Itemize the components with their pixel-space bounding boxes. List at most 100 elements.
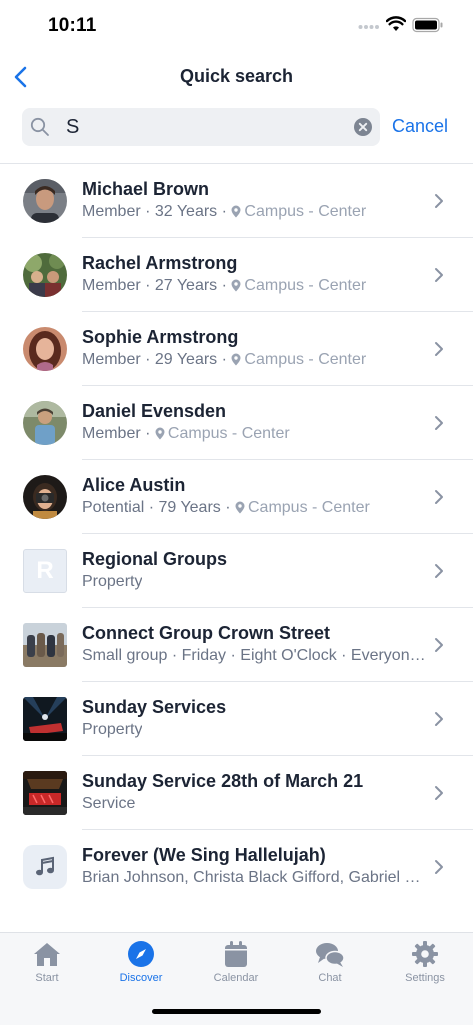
chevron-right-icon	[435, 268, 443, 282]
chevron-right-icon	[435, 342, 443, 356]
item-subtitle: Property	[82, 573, 143, 590]
list-item[interactable]: Sophie Armstrong Member · 29 Years · Cam…	[0, 312, 473, 386]
service-thumb	[23, 697, 67, 741]
avatar	[23, 179, 67, 223]
item-location: Campus - Center	[231, 351, 366, 368]
item-location-text: Campus - Center	[244, 351, 367, 368]
item-location-text: Campus - Center	[247, 499, 370, 516]
list-item[interactable]: Connect Group Crown Street Small group ·…	[0, 608, 473, 682]
item-location: Campus - Center	[231, 203, 366, 220]
tab-discover[interactable]: Discover	[101, 939, 181, 984]
item-subtitle: Member · 27 Years · Campus - Center	[82, 277, 366, 295]
page-title: Quick search	[179, 66, 294, 86]
compass-icon	[128, 941, 154, 967]
search-input[interactable]	[66, 112, 346, 142]
group-thumb	[23, 623, 67, 667]
list-item[interactable]: Sunday Services Property	[0, 682, 473, 756]
location-pin-icon	[155, 427, 165, 440]
item-title: Sunday Services	[82, 697, 227, 717]
item-location-text: Campus - Center	[244, 203, 367, 220]
item-title: Sunday Service 28th of March 21	[82, 771, 364, 791]
avatar	[23, 475, 67, 519]
location-pin-icon	[235, 501, 245, 514]
chat-icon	[316, 943, 345, 967]
item-location: Campus - Center	[155, 425, 290, 442]
cancel-button[interactable]: Cancel	[392, 116, 448, 137]
item-meta: Member ·	[82, 425, 155, 442]
item-subtitle: Member · 29 Years · Campus - Center	[82, 351, 366, 369]
avatar	[23, 253, 67, 297]
avatar	[23, 401, 67, 445]
item-title: Rachel Armstrong	[82, 253, 238, 273]
tab-label: Chat	[318, 972, 342, 984]
tab-label: Calendar	[213, 972, 259, 984]
item-title: Alice Austin	[82, 475, 186, 495]
chevron-right-icon	[435, 490, 443, 504]
item-title: Sophie Armstrong	[82, 327, 239, 347]
wifi-icon	[386, 16, 406, 31]
item-meta: Member · 29 Years ·	[82, 351, 232, 368]
search-icon	[30, 117, 49, 136]
status-bar: 10:11	[0, 0, 473, 52]
location-pin-icon	[231, 205, 241, 218]
item-subtitle: Small group · Friday · Eight O'Clock · E…	[82, 647, 427, 664]
property-initial-thumb: R	[23, 549, 67, 593]
tab-label: Discover	[119, 972, 163, 984]
chevron-right-icon	[435, 786, 443, 800]
item-title: Connect Group Crown Street	[82, 623, 331, 643]
location-pin-icon	[231, 279, 241, 292]
list-item[interactable]: Sunday Service 28th of March 21 Service	[0, 756, 473, 830]
tab-chat[interactable]: Chat	[290, 939, 370, 984]
clear-search-icon[interactable]	[354, 118, 372, 136]
list-item[interactable]: Michael Brown Member · 32 Years · Campus…	[0, 164, 473, 238]
chevron-right-icon	[435, 638, 443, 652]
item-title: Daniel Evensden	[82, 401, 227, 421]
item-title: Regional Groups	[82, 549, 228, 569]
status-time: 10:11	[48, 15, 97, 36]
chevron-right-icon	[435, 194, 443, 208]
list-item[interactable]: R Regional Groups Property	[0, 534, 473, 608]
item-subtitle: Service	[82, 795, 136, 812]
calendar-icon	[225, 941, 247, 967]
tab-calendar[interactable]: Calendar	[196, 939, 276, 984]
item-meta: Potential · 79 Years ·	[82, 499, 235, 516]
tab-start[interactable]: Start	[7, 939, 87, 984]
gear-icon	[412, 941, 438, 967]
location-pin-icon	[231, 353, 241, 366]
chevron-right-icon	[435, 416, 443, 430]
battery-icon	[412, 17, 443, 33]
item-subtitle: Member · 32 Years · Campus - Center	[82, 203, 366, 221]
home-indicator[interactable]	[152, 1009, 321, 1014]
item-location-text: Campus - Center	[244, 277, 367, 294]
list-item[interactable]: Forever (We Sing Hallelujah) Brian Johns…	[0, 830, 473, 910]
list-item[interactable]: Rachel Armstrong Member · 27 Years · Cam…	[0, 238, 473, 312]
chevron-right-icon	[435, 860, 443, 874]
search-box[interactable]	[22, 108, 380, 146]
song-thumb	[23, 845, 67, 889]
item-meta: Member · 32 Years ·	[82, 203, 232, 220]
item-subtitle: Member · Campus - Center	[82, 425, 290, 443]
item-subtitle: Brian Johnson, Christa Black Gifford, Ga…	[82, 869, 427, 886]
list-item[interactable]: Daniel Evensden Member · Campus - Center	[0, 386, 473, 460]
chevron-right-icon	[435, 712, 443, 726]
tab-label: Start	[35, 972, 59, 984]
avatar	[23, 327, 67, 371]
item-location-text: Campus - Center	[167, 425, 290, 442]
music-note-icon	[36, 856, 54, 876]
item-subtitle: Potential · 79 Years · Campus - Center	[82, 499, 370, 517]
tab-label: Settings	[405, 972, 445, 984]
signal-dots-icon	[358, 25, 379, 29]
item-location: Campus - Center	[235, 499, 370, 516]
home-icon	[34, 943, 60, 966]
item-title: Forever (We Sing Hallelujah)	[82, 845, 326, 865]
list-item[interactable]: Alice Austin Potential · 79 Years · Camp…	[0, 460, 473, 534]
chevron-right-icon	[435, 564, 443, 578]
results-list: Michael Brown Member · 32 Years · Campus…	[0, 164, 473, 910]
service-thumb	[23, 771, 67, 815]
tab-settings[interactable]: Settings	[385, 939, 465, 984]
nav-bar: Quick search	[0, 52, 473, 102]
search-row: Cancel	[0, 108, 473, 148]
item-location: Campus - Center	[231, 277, 366, 294]
item-title: Michael Brown	[82, 179, 210, 199]
item-meta: Member · 27 Years ·	[82, 277, 232, 294]
